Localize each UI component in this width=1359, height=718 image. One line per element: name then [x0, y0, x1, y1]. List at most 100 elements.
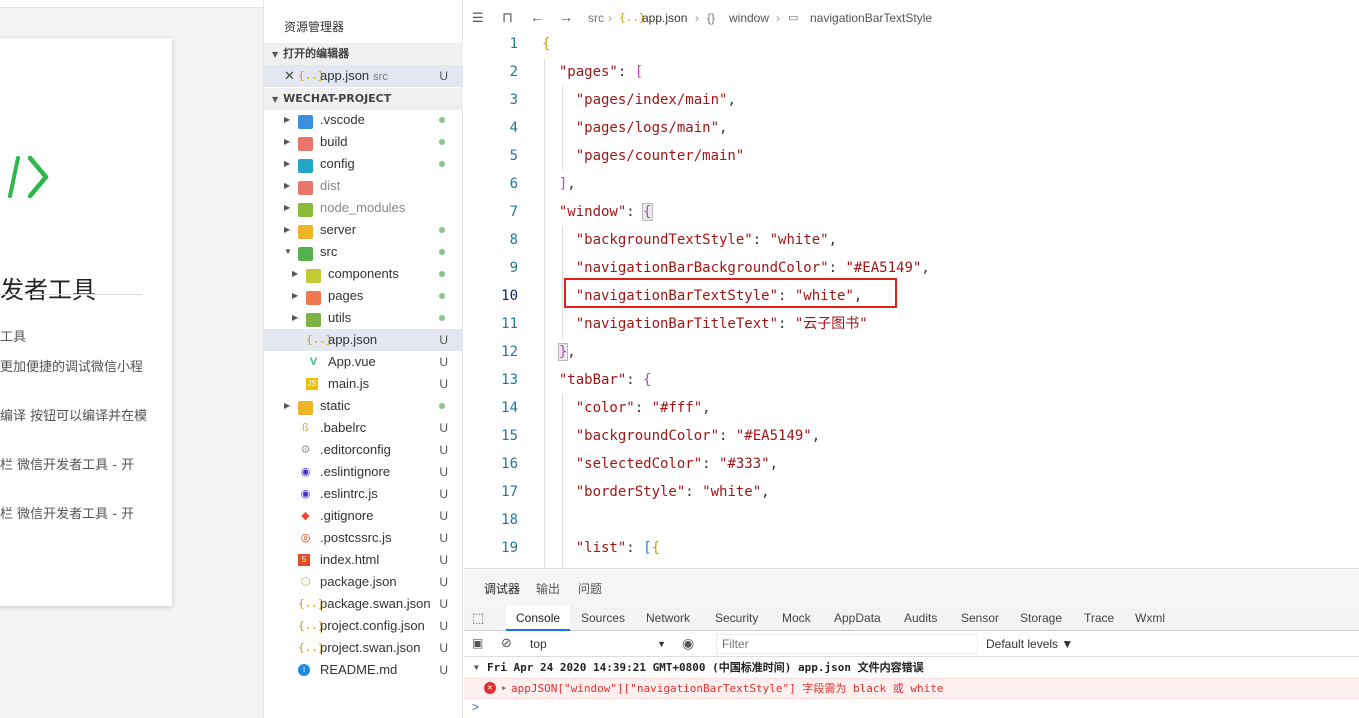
open-editor-app-json[interactable]: ✕ {..} app.json src U — [264, 65, 463, 87]
tab-debugger[interactable]: 调试器 — [484, 580, 520, 597]
tree-item-node_modules[interactable]: ▶ node_modules — [264, 197, 463, 219]
context-select[interactable]: top ▼ — [530, 635, 666, 653]
code-line[interactable]: 5 "pages/counter/main" — [464, 142, 1359, 170]
console-prompt[interactable]: > — [472, 700, 479, 714]
chevron-down-icon[interactable]: ▼ — [284, 241, 292, 263]
code-line[interactable]: 2 "pages": [ — [464, 58, 1359, 86]
code-line[interactable]: 15 "backgroundColor": "#EA5149", — [464, 422, 1359, 450]
tree-item-index-html[interactable]: 5 index.html U — [264, 549, 463, 571]
tab-sources[interactable]: Sources — [581, 605, 625, 631]
sidebar-toggle-icon[interactable]: ▣ — [472, 636, 483, 650]
tab-storage[interactable]: Storage — [1020, 605, 1062, 631]
tree-item-main-js[interactable]: JS main.js U — [264, 373, 463, 395]
tree-item-eslintrc-js[interactable]: ◉ .eslintrc.js U — [264, 483, 463, 505]
chevron-right-icon[interactable]: ▶ — [284, 109, 290, 131]
tree-item-app-vue[interactable]: V App.vue U — [264, 351, 463, 373]
git-status-badge: U — [439, 465, 448, 479]
chevron-right-icon[interactable]: ▶ — [284, 153, 290, 175]
tree-item-dist[interactable]: ▶ dist — [264, 175, 463, 197]
chevron-right-icon[interactable]: ▶ — [502, 679, 506, 698]
chevron-right-icon[interactable]: ▶ — [292, 285, 298, 307]
code-line[interactable]: 12 }, — [464, 338, 1359, 366]
code-line[interactable]: 17 "borderStyle": "white", — [464, 478, 1359, 506]
project-header[interactable]: ▼ WECHAT-PROJECT — [264, 88, 463, 110]
code-line[interactable]: 7 "window": { — [464, 198, 1359, 226]
tree-item-editorconfig[interactable]: ⚙ .editorconfig U — [264, 439, 463, 461]
open-editors-header[interactable]: ▼ 打开的编辑器 — [264, 43, 463, 65]
chevron-right-icon[interactable]: ▶ — [284, 131, 290, 153]
tree-item-pages[interactable]: ▶ pages — [264, 285, 463, 307]
chevron-right-icon[interactable]: ▶ — [284, 395, 290, 417]
tab-output[interactable]: 输出 — [536, 580, 560, 597]
log-levels-select[interactable]: Default levels ▼ — [986, 637, 1073, 651]
tab-security[interactable]: Security — [715, 605, 758, 631]
tab-wxml[interactable]: Wxml — [1135, 605, 1165, 631]
tree-item-project-config-json[interactable]: {..} project.config.json U — [264, 615, 463, 637]
forward-arrow-icon[interactable]: → — [559, 9, 573, 25]
code-line[interactable]: 16 "selectedColor": "#333", — [464, 450, 1359, 478]
git-status-badge: U — [439, 421, 448, 435]
tab-network[interactable]: Network — [646, 605, 690, 631]
tree-item-server[interactable]: ▶ server — [264, 219, 463, 241]
git-file-icon: ◆ — [301, 510, 310, 522]
chevron-right-icon[interactable]: ▶ — [292, 307, 298, 329]
tab-mock[interactable]: Mock — [782, 605, 811, 631]
tree-item-postcssrc-js[interactable]: ◎ .postcssrc.js U — [264, 527, 463, 549]
git-status-dot — [439, 293, 445, 299]
tree-item-package-json[interactable]: ⬡ package.json U — [264, 571, 463, 593]
back-arrow-icon[interactable]: ← — [530, 9, 544, 25]
chevron-right-icon[interactable]: ▶ — [284, 219, 290, 241]
filter-input[interactable] — [716, 634, 978, 654]
tab-trace[interactable]: Trace — [1084, 605, 1114, 631]
tab-console[interactable]: Console — [506, 605, 571, 631]
bookmark-icon[interactable]: ⊓ — [502, 9, 513, 26]
tree-item-label: app.json — [328, 332, 378, 347]
tree-item-src[interactable]: ▼ src — [264, 241, 463, 263]
clear-console-icon[interactable]: ⊘ — [501, 635, 512, 651]
tree-item-gitignore[interactable]: ◆ .gitignore U — [264, 505, 463, 527]
tree-item-utils[interactable]: ▶ utils — [264, 307, 463, 329]
editorconfig-file-icon: ⚙ — [300, 444, 311, 456]
tree-item-build[interactable]: ▶ build — [264, 131, 463, 153]
code-line[interactable]: 11 "navigationBarTitleText": "云子图书" — [464, 310, 1359, 338]
tree-item-label: src — [320, 244, 338, 259]
tree-item-readme-md[interactable]: i README.md U — [264, 659, 463, 681]
tree-item-app-json[interactable]: {..} app.json U — [264, 329, 463, 351]
chevron-right-icon[interactable]: ▶ — [284, 197, 290, 219]
breadcrumb-property[interactable]: navigationBarTextStyle — [810, 11, 932, 25]
tree-item-project-swan-json[interactable]: {..} project.swan.json U — [264, 637, 463, 659]
code-line[interactable]: 1{ — [464, 30, 1359, 58]
tab-problems[interactable]: 问题 — [578, 580, 602, 597]
console-log-group[interactable]: ▼ Fri Apr 24 2020 14:39:21 GMT+0800 (中国标… — [464, 657, 1359, 678]
tree-item-label: README.md — [320, 662, 398, 677]
tree-item-vscode[interactable]: ▶ .vscode — [264, 109, 463, 131]
tab-sensor[interactable]: Sensor — [961, 605, 999, 631]
code-line[interactable]: 3 "pages/index/main", — [464, 86, 1359, 114]
inspect-element-icon[interactable]: ⬚ — [472, 610, 484, 626]
tree-item-eslintignore[interactable]: ◉ .eslintignore U — [264, 461, 463, 483]
tree-item-babelrc[interactable]: ß .babelrc U — [264, 417, 463, 439]
console-error-message[interactable]: ✕ ▶ appJSON["window"]["navigationBarText… — [464, 678, 1359, 699]
breadcrumb-window[interactable]: window — [729, 11, 769, 25]
code-line[interactable]: 8 "backgroundTextStyle": "white", — [464, 226, 1359, 254]
tree-item-config[interactable]: ▶ config — [264, 153, 463, 175]
eye-icon[interactable]: ◉ — [682, 635, 694, 652]
code-line[interactable]: 4 "pages/logs/main", — [464, 114, 1359, 142]
tab-audits[interactable]: Audits — [904, 605, 937, 631]
chevron-down-icon[interactable]: ▼ — [474, 657, 479, 678]
tree-item-package-swan-json[interactable]: {..} package.swan.json U — [264, 593, 463, 615]
code-line[interactable]: 6 ], — [464, 170, 1359, 198]
tab-appdata[interactable]: AppData — [834, 605, 881, 631]
tree-item-components[interactable]: ▶ components — [264, 263, 463, 285]
code-line[interactable]: 14 "color": "#fff", — [464, 394, 1359, 422]
breadcrumb-file[interactable]: app.json — [642, 11, 687, 25]
breadcrumb-src[interactable]: src — [588, 11, 604, 25]
code-line[interactable]: 18 — [464, 506, 1359, 534]
close-icon[interactable]: ✕ — [284, 65, 295, 87]
list-icon[interactable]: ☰ — [472, 10, 484, 26]
chevron-right-icon[interactable]: ▶ — [292, 263, 298, 285]
chevron-right-icon[interactable]: ▶ — [284, 175, 290, 197]
code-line[interactable]: 13 "tabBar": { — [464, 366, 1359, 394]
code-line[interactable]: 19 "list": [{ — [464, 534, 1359, 562]
tree-item-static[interactable]: ▶ static — [264, 395, 463, 417]
